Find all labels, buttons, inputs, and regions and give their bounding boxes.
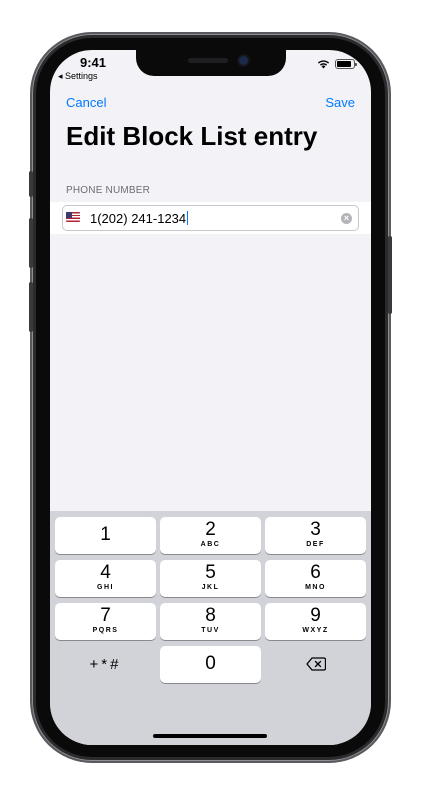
notch [136,50,286,76]
key-6[interactable]: 6 MNO [265,560,366,597]
key-letters: GHI [97,584,114,591]
key-digit: 6 [310,562,321,583]
key-symbols[interactable]: +*# [55,646,156,683]
camera-icon [239,56,248,65]
cancel-button[interactable]: Cancel [66,95,106,110]
phone-number-value: 1(202) 241-1234 [90,211,187,226]
text-caret [187,211,189,225]
battery-icon [335,59,357,69]
key-0[interactable]: 0 [160,646,261,683]
key-digit: +*# [89,656,122,673]
key-digit: 9 [310,605,321,626]
key-digit: 1 [100,524,111,545]
mute-switch [29,171,33,197]
key-digit: 7 [100,605,111,626]
backspace-key[interactable] [265,646,366,683]
key-7[interactable]: 7 PQRS [55,603,156,640]
key-digit: 5 [205,562,216,583]
key-letters: ABC [200,541,221,548]
key-3[interactable]: 3 DEF [265,517,366,554]
key-digit: 2 [205,519,216,540]
key-letters: PQRS [92,627,119,634]
numeric-keypad: 1 2 ABC 3 DEF 4 GHI 5 JKL 6 MNO 7 PQRS 8… [50,511,371,745]
wifi-icon [317,60,330,69]
key-4[interactable]: 4 GHI [55,560,156,597]
key-1[interactable]: 1 [55,517,156,554]
speaker-grille [188,58,228,63]
key-8[interactable]: 8 TUV [160,603,261,640]
key-letters: MNO [305,584,326,591]
back-to-settings-link[interactable]: ◂ Settings [58,71,98,82]
key-letters: WXYZ [302,627,329,634]
volume-up-button [29,218,33,268]
key-digit: 8 [205,605,216,626]
key-9[interactable]: 9 WXYZ [265,603,366,640]
key-letters: JKL [201,584,220,591]
key-digit: 4 [100,562,111,583]
us-flag-icon[interactable] [66,212,80,222]
backspace-icon [306,657,326,671]
volume-down-button [29,282,33,332]
screen: 9:41 ◂ Settings Cancel Save Edit Block L… [50,50,371,745]
key-digit: 0 [205,653,216,674]
status-icons [317,59,357,69]
phone-number-input[interactable]: 1(202) 241-1234 [90,211,189,226]
phone-number-field[interactable]: 1(202) 241-1234 × [62,205,359,231]
power-button [388,236,392,314]
key-5[interactable]: 5 JKL [160,560,261,597]
status-time: 9:41 [80,55,107,70]
key-2[interactable]: 2 ABC [160,517,261,554]
clear-icon[interactable]: × [341,213,352,224]
save-button[interactable]: Save [325,95,355,110]
key-digit: 3 [310,519,321,540]
key-letters: TUV [201,627,220,634]
key-letters: DEF [306,541,325,548]
phone-number-row: 1(202) 241-1234 × [50,202,371,234]
phone-number-section-label: PHONE NUMBER [66,185,151,196]
page-title: Edit Block List entry [66,121,318,151]
home-indicator[interactable] [153,734,267,738]
